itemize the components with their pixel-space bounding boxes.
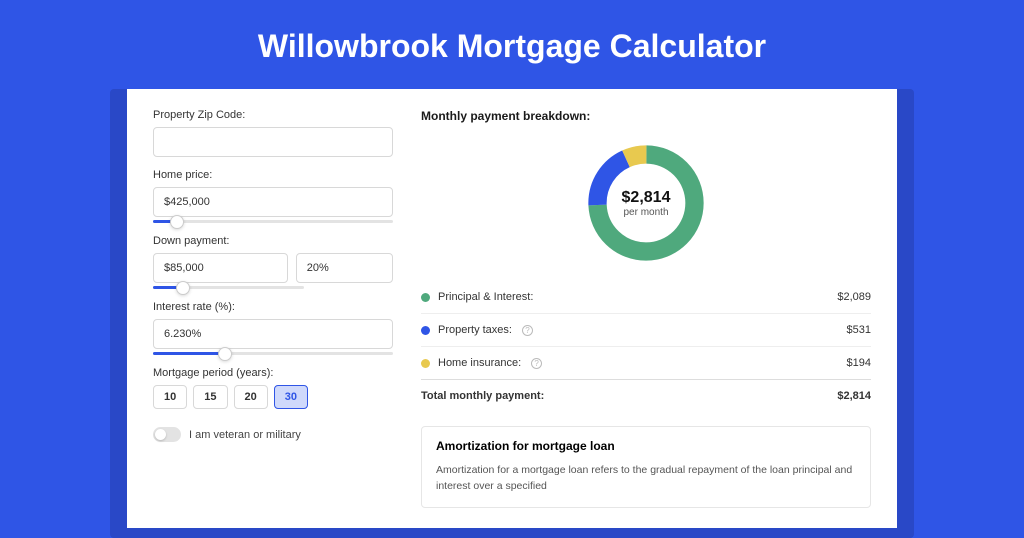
interest-rate-field: Interest rate (%):	[153, 301, 393, 355]
total-label: Total monthly payment:	[421, 390, 544, 402]
period-option-15[interactable]: 15	[193, 385, 227, 409]
page-title: Willowbrook Mortgage Calculator	[0, 0, 1024, 89]
down-payment-label: Down payment:	[153, 235, 393, 247]
zip-label: Property Zip Code:	[153, 109, 393, 121]
period-option-20[interactable]: 20	[234, 385, 268, 409]
mortgage-period-options: 1015 2030	[153, 385, 393, 409]
legend-label: Home insurance:	[438, 357, 521, 369]
breakdown-legend: Principal & Interest: $2,089 Property taxe…	[421, 281, 871, 379]
veteran-label: I am veteran or military	[189, 429, 301, 441]
card-shadow: Property Zip Code: Home price: Down paym…	[110, 89, 914, 538]
home-price-label: Home price:	[153, 169, 393, 181]
period-option-30[interactable]: 30	[274, 385, 308, 409]
legend-value: $531	[847, 324, 871, 336]
home-price-input[interactable]	[153, 187, 393, 217]
donut-chart: $2,814 per month	[582, 139, 710, 267]
amortization-box: Amortization for mortgage loan Amortizat…	[421, 426, 871, 508]
info-icon[interactable]: ?	[531, 358, 542, 369]
interest-rate-slider-thumb[interactable]	[218, 347, 232, 361]
interest-rate-slider[interactable]	[153, 352, 393, 355]
legend-dot	[421, 359, 430, 368]
amortization-text: Amortization for a mortgage loan refers …	[436, 463, 856, 495]
zip-field: Property Zip Code:	[153, 109, 393, 157]
total-value: $2,814	[837, 390, 871, 402]
down-payment-slider-thumb[interactable]	[176, 281, 190, 295]
donut-amount: $2,814	[622, 189, 671, 207]
interest-rate-label: Interest rate (%):	[153, 301, 393, 313]
form-column: Property Zip Code: Home price: Down paym…	[153, 109, 393, 508]
interest-rate-input[interactable]	[153, 319, 393, 349]
legend-row: Property taxes:? $531	[421, 313, 871, 346]
amortization-title: Amortization for mortgage loan	[436, 439, 856, 453]
legend-row: Principal & Interest: $2,089	[421, 281, 871, 313]
donut-center: $2,814 per month	[582, 139, 710, 267]
legend-row: Home insurance:? $194	[421, 346, 871, 379]
legend-dot	[421, 293, 430, 302]
calculator-card: Property Zip Code: Home price: Down paym…	[127, 89, 897, 528]
legend-label: Principal & Interest:	[438, 291, 533, 303]
legend-value: $194	[847, 357, 871, 369]
donut-sub: per month	[623, 207, 668, 218]
down-payment-field: Down payment:	[153, 235, 393, 289]
legend-dot	[421, 326, 430, 335]
legend-label: Property taxes:	[438, 324, 512, 336]
info-icon[interactable]: ?	[522, 325, 533, 336]
total-row: Total monthly payment: $2,814	[421, 379, 871, 412]
veteran-toggle[interactable]	[153, 427, 181, 442]
down-payment-amount-input[interactable]	[153, 253, 288, 283]
down-payment-slider[interactable]	[153, 286, 304, 289]
down-payment-pct-input[interactable]	[296, 253, 393, 283]
legend-value: $2,089	[837, 291, 871, 303]
donut-chart-wrap: $2,814 per month	[421, 133, 871, 281]
period-option-10[interactable]: 10	[153, 385, 187, 409]
zip-input[interactable]	[153, 127, 393, 157]
results-column: Monthly payment breakdown: $2,814 per mo…	[421, 109, 871, 508]
breakdown-title: Monthly payment breakdown:	[421, 109, 871, 123]
home-price-field: Home price:	[153, 169, 393, 223]
interest-rate-slider-fill	[153, 352, 225, 355]
mortgage-period-field: Mortgage period (years): 1015 2030	[153, 367, 393, 409]
mortgage-period-label: Mortgage period (years):	[153, 367, 393, 379]
veteran-toggle-row: I am veteran or military	[153, 427, 393, 442]
home-price-slider-thumb[interactable]	[170, 215, 184, 229]
home-price-slider[interactable]	[153, 220, 393, 223]
